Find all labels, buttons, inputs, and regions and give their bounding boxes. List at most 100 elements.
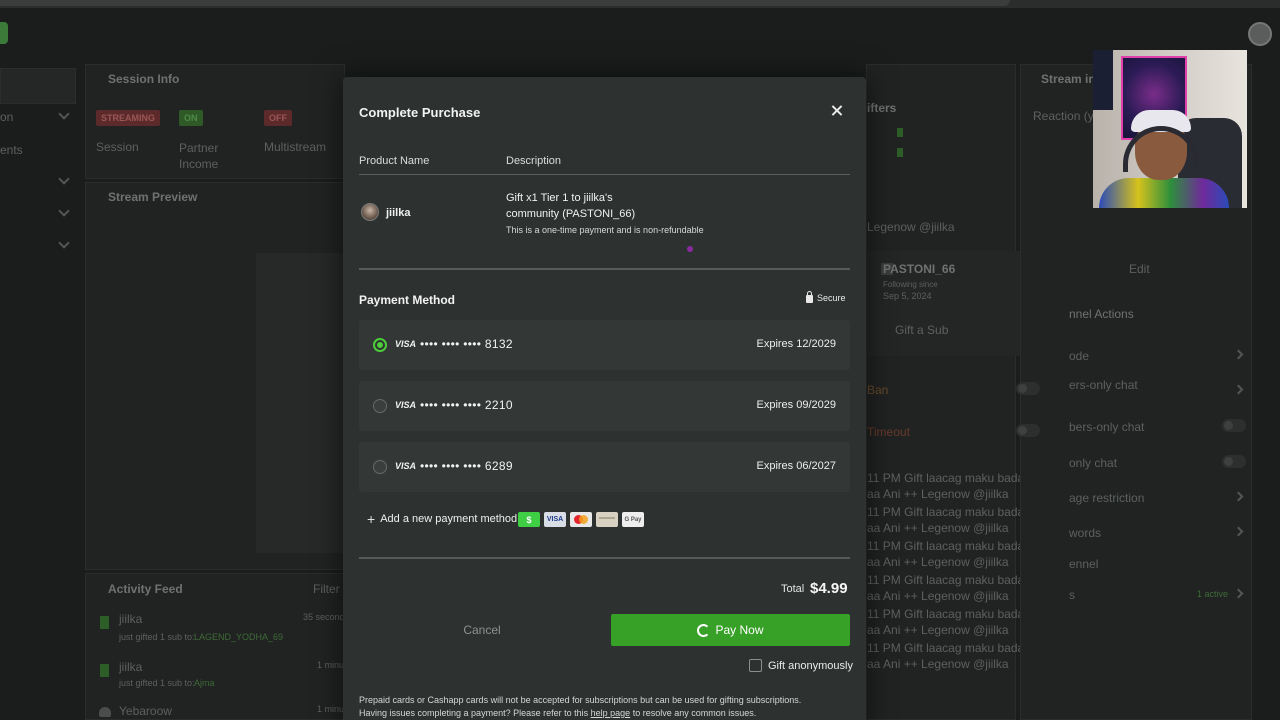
payment-card-option[interactable]: VISA •••• •••• •••• 2210 Expires 09/2029 bbox=[359, 381, 850, 431]
chat-legend: Legenow @jiilka bbox=[867, 220, 955, 234]
chevron-right-icon[interactable] bbox=[1233, 526, 1244, 537]
toggle-switch[interactable] bbox=[1016, 382, 1040, 395]
reaction-label: Reaction (yo bbox=[1033, 109, 1101, 123]
filter-button[interactable]: Filter bbox=[313, 582, 340, 596]
user-card-name: PASTONI_66 bbox=[883, 262, 956, 276]
description-header: Description bbox=[506, 155, 562, 167]
total-label: Total bbox=[781, 583, 805, 595]
chevron-down-icon[interactable] bbox=[58, 173, 70, 185]
channel-action[interactable]: ers-only chat bbox=[1069, 378, 1138, 392]
card-number: •••• •••• •••• 6289 bbox=[420, 459, 513, 473]
toggle-switch[interactable] bbox=[1222, 455, 1246, 468]
lock-icon bbox=[806, 291, 813, 303]
footer-text: Having issues completing a payment? Plea… bbox=[359, 708, 589, 718]
chevron-down-icon[interactable] bbox=[58, 237, 70, 249]
channel-action[interactable]: age restriction bbox=[1069, 491, 1144, 505]
chat-line: aa Ani ++ Legenow @jiilka bbox=[867, 521, 1009, 535]
feed-target: LAGEND_YODHA_69 bbox=[194, 632, 284, 642]
feed-user: jiilka bbox=[119, 660, 143, 674]
session-label: Session bbox=[96, 140, 139, 154]
divider bbox=[359, 174, 850, 175]
close-icon[interactable] bbox=[829, 103, 845, 119]
timeout-button[interactable]: Timeout bbox=[867, 425, 910, 439]
card-number: •••• •••• •••• 2210 bbox=[420, 398, 513, 412]
footer-note: Prepaid cards or Cashapp cards will not … bbox=[359, 694, 854, 720]
mouse-cursor bbox=[687, 246, 693, 252]
following-label: Following since bbox=[883, 280, 938, 289]
chevron-down-icon[interactable] bbox=[58, 205, 70, 217]
gift-anonymously-label: Gift anonymously bbox=[768, 659, 853, 672]
footer-text: to resolve any common issues. bbox=[632, 708, 757, 718]
chat-line: 11 PM Gift laacag maku badalan bbox=[867, 573, 1041, 587]
feed-user: Yebaroow bbox=[119, 704, 172, 718]
cashapp-icon: $ bbox=[518, 512, 540, 527]
chat-line: aa Ani ++ Legenow @jiilka bbox=[867, 657, 1009, 671]
channel-action[interactable]: bers-only chat bbox=[1069, 420, 1144, 434]
card-icon bbox=[596, 512, 618, 527]
activity-feed-title: Activity Feed bbox=[108, 582, 183, 596]
refund-note: This is a one-time payment and is non-re… bbox=[506, 225, 704, 235]
preview-thumbnail bbox=[256, 253, 344, 553]
loading-spinner-icon bbox=[697, 623, 711, 637]
radio-selected[interactable] bbox=[373, 338, 387, 352]
cancel-button[interactable]: Cancel bbox=[359, 614, 605, 646]
partner-income-label: Partner Income bbox=[179, 141, 219, 171]
gift-anonymously-checkbox[interactable]: Gift anonymously bbox=[749, 659, 853, 672]
chevron-right-icon[interactable] bbox=[1233, 491, 1244, 502]
mastercard-icon bbox=[570, 512, 592, 527]
nav-item[interactable]: on bbox=[0, 110, 13, 124]
pay-now-label: Pay Now bbox=[715, 623, 764, 637]
checkbox[interactable] bbox=[749, 659, 762, 672]
chevron-right-icon[interactable] bbox=[1233, 384, 1244, 395]
channel-action[interactable]: words bbox=[1069, 526, 1101, 540]
toggle-switch[interactable] bbox=[1222, 419, 1246, 432]
brand-logo bbox=[0, 22, 8, 44]
chevron-right-icon[interactable] bbox=[1233, 349, 1244, 360]
ban-button[interactable]: Ban bbox=[867, 383, 888, 397]
card-expiry: Expires 12/2029 bbox=[756, 338, 837, 350]
help-page-link[interactable]: help page bbox=[591, 708, 631, 718]
channel-action[interactable]: ennel bbox=[1069, 557, 1098, 571]
footer-line-1: Prepaid cards or Cashapp cards will not … bbox=[359, 695, 802, 705]
profile-avatar[interactable] bbox=[1248, 22, 1272, 46]
avatar bbox=[361, 203, 379, 221]
stream-preview-panel: Stream Preview bbox=[85, 182, 345, 570]
radio-unselected[interactable] bbox=[373, 460, 387, 474]
radio-unselected[interactable] bbox=[373, 399, 387, 413]
gift-icon bbox=[897, 148, 903, 157]
toggle-switch[interactable] bbox=[1016, 424, 1040, 437]
nav-item[interactable]: ents bbox=[0, 143, 23, 157]
activity-feed-panel: Activity Feed Filter jiilka just gifted … bbox=[85, 573, 347, 720]
chevron-right-icon[interactable] bbox=[1233, 588, 1244, 599]
add-payment-label: Add a new payment method bbox=[380, 513, 518, 525]
product-name-header: Product Name bbox=[359, 155, 430, 167]
pay-now-button[interactable]: Pay Now bbox=[611, 614, 850, 646]
gpay-icon: G Pay bbox=[622, 512, 644, 527]
feed-user: jiilka bbox=[119, 612, 143, 626]
webcam-feed bbox=[1093, 50, 1247, 208]
payment-method-title: Payment Method bbox=[359, 293, 456, 307]
following-date: Sep 5, 2024 bbox=[883, 291, 932, 301]
partner-badge: ON bbox=[179, 110, 203, 126]
feed-time: 35 second bbox=[303, 612, 345, 622]
multistream-badge: OFF bbox=[264, 110, 292, 126]
channel-action[interactable]: only chat bbox=[1069, 456, 1117, 470]
heart-icon bbox=[99, 707, 111, 717]
payment-card-option[interactable]: VISA •••• •••• •••• 6289 Expires 06/2027 bbox=[359, 442, 850, 492]
plus-icon: + bbox=[367, 511, 376, 527]
chat-line: 11 PM Gift laacag maku badalan bbox=[867, 641, 1041, 655]
card-expiry: Expires 06/2027 bbox=[756, 460, 837, 472]
add-payment-method-button[interactable]: + Add a new payment method bbox=[367, 511, 518, 527]
streaming-badge: STREAMING bbox=[96, 110, 160, 126]
chat-line: 11 PM Gift laacag maku badalan bbox=[867, 539, 1041, 553]
chat-line: aa Ani ++ Legenow @jiilka bbox=[867, 623, 1009, 637]
gift-sub-button[interactable]: Gift a Sub bbox=[895, 323, 948, 337]
gifters-title: ifters bbox=[867, 101, 897, 115]
product-name: jiilka bbox=[386, 207, 411, 219]
chevron-down-icon[interactable] bbox=[58, 108, 70, 120]
session-info-panel: Session Info STREAMING ON OFF Session Pa… bbox=[85, 64, 345, 179]
edit-button[interactable]: Edit bbox=[1129, 262, 1150, 276]
payment-card-option[interactable]: VISA •••• •••• •••• 8132 Expires 12/2029 bbox=[359, 320, 850, 370]
channel-action[interactable]: ode bbox=[1069, 349, 1089, 363]
channel-action[interactable]: s bbox=[1069, 588, 1075, 602]
